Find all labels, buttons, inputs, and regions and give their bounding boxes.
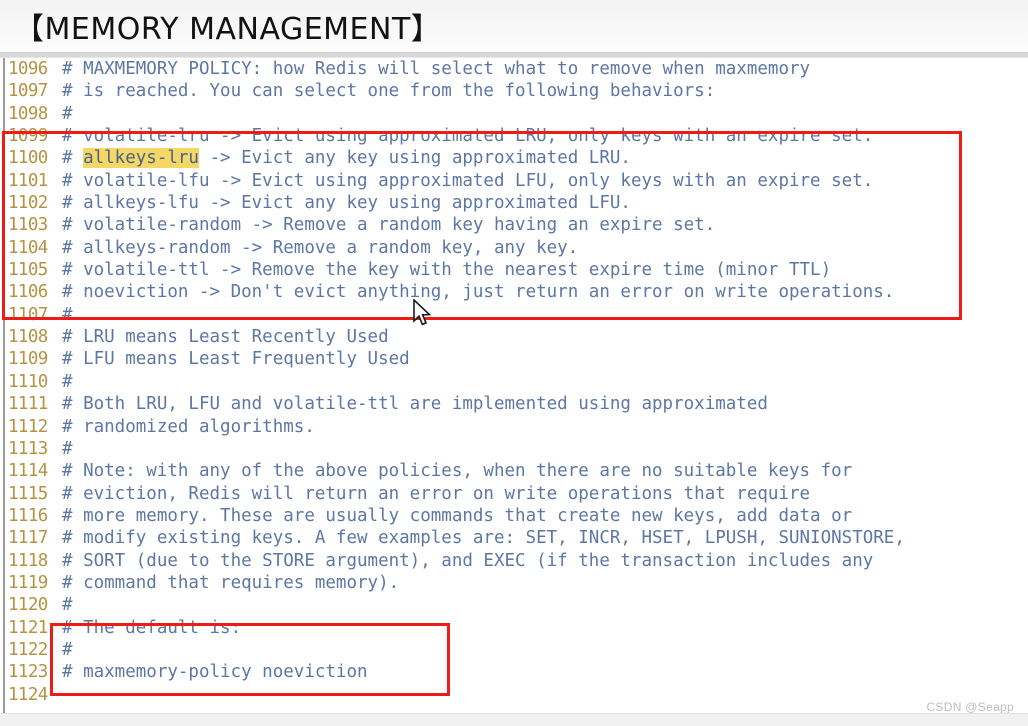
line-number: 1116 <box>8 505 48 526</box>
code-line-text: # command that requires memory). <box>62 572 400 593</box>
line-number: 1122 <box>8 639 48 660</box>
header-banner: 【MEMORY MANAGEMENT】 <box>0 0 1028 52</box>
line-number: 1107 <box>8 304 48 325</box>
code-line[interactable]: 1113 # <box>0 438 1028 460</box>
code-line-text: # <box>62 595 73 616</box>
code-line-text: # <box>62 639 73 660</box>
code-line[interactable]: 1103 # volatile-random -> Remove a random… <box>0 214 1028 236</box>
code-line-text: # volatile-lfu -> Evict using approximat… <box>62 170 874 191</box>
code-line[interactable]: 1118 # SORT (due to the STORE argument), … <box>0 550 1028 572</box>
code-line[interactable]: 1102 # allkeys-lfu -> Evict any key using… <box>0 192 1028 214</box>
line-number: 1102 <box>8 193 48 214</box>
code-line-text: # allkeys-lfu -> Evict any key using app… <box>62 193 631 214</box>
line-number: 1103 <box>8 215 48 236</box>
line-number: 1101 <box>8 170 48 191</box>
line-number: 1099 <box>8 126 48 147</box>
line-number: 1104 <box>8 237 48 258</box>
code-segment-suffix: -> Evict any key using approximated LRU. <box>198 148 631 169</box>
code-line-text: # randomized algorithms. <box>62 416 315 437</box>
code-line-text: # allkeys-lru -> Evict any key using app… <box>62 147 631 169</box>
code-line[interactable]: 1104 # allkeys-random -> Remove a random … <box>0 237 1028 259</box>
line-number: 1124 <box>8 684 48 705</box>
line-number: 1108 <box>8 327 48 348</box>
code-line[interactable]: 1101 # volatile-lfu -> Evict using approx… <box>0 170 1028 192</box>
code-line[interactable]: 1120 # <box>0 594 1028 616</box>
code-segment-prefix: # <box>62 148 84 169</box>
code-line[interactable]: 1114 # Note: with any of the above polici… <box>0 460 1028 482</box>
code-line-list[interactable]: 1096 # MAXMEMORY POLICY: how Redis will s… <box>0 58 1028 706</box>
code-line[interactable]: 1106 # noeviction -> Don't evict anything… <box>0 281 1028 303</box>
code-line-text: # volatile-ttl -> Remove the key with th… <box>62 260 832 281</box>
line-number: 1114 <box>8 461 48 482</box>
code-line-text: # volatile-random -> Remove a random key… <box>62 215 716 236</box>
code-line-text: # Both LRU, LFU and volatile-ttl are imp… <box>62 394 768 415</box>
line-number: 1117 <box>8 528 48 549</box>
code-line[interactable]: 1108 # LRU means Least Recently Used <box>0 326 1028 348</box>
code-line-text: # more memory. These are usually command… <box>62 505 853 526</box>
code-line-text: # noeviction -> Don't evict anything, ju… <box>62 282 895 303</box>
code-line[interactable]: 1121 # The default is: <box>0 617 1028 639</box>
code-line-text: # LRU means Least Recently Used <box>62 327 389 348</box>
code-line[interactable]: 1096 # MAXMEMORY POLICY: how Redis will s… <box>0 58 1028 80</box>
code-line[interactable]: 1124 <box>0 684 1028 706</box>
code-line-text: # eviction, Redis will return an error o… <box>62 483 811 504</box>
line-number: 1096 <box>8 59 48 79</box>
code-line-text: # The default is: <box>62 617 242 638</box>
line-number: 1097 <box>8 81 48 102</box>
code-line[interactable]: 1099 # volatile-lru -> Evict using approx… <box>0 125 1028 147</box>
code-line[interactable]: 1123 # maxmemory-policy noeviction <box>0 661 1028 683</box>
code-editor-pane[interactable]: 1096 # MAXMEMORY POLICY: how Redis will s… <box>0 58 1028 713</box>
line-number: 1105 <box>8 260 48 281</box>
line-number: 1118 <box>8 550 48 571</box>
line-number: 1115 <box>8 483 48 504</box>
line-number: 1110 <box>8 371 48 392</box>
line-number: 1112 <box>8 416 48 437</box>
code-line[interactable]: 1119 # command that requires memory). <box>0 572 1028 594</box>
line-number: 1098 <box>8 103 48 124</box>
highlighted-token: allkeys-lru <box>83 148 199 169</box>
code-line[interactable]: 1116 # more memory. These are usually com… <box>0 505 1028 527</box>
line-number: 1120 <box>8 595 48 616</box>
code-line[interactable]: 1105 # volatile-ttl -> Remove the key wit… <box>0 259 1028 281</box>
watermark-label: CSDN @Seapp <box>926 700 1014 714</box>
code-line-text: # SORT (due to the STORE argument), and … <box>62 550 874 571</box>
code-line[interactable]: 1111 # Both LRU, LFU and volatile-ttl are… <box>0 393 1028 415</box>
code-line[interactable]: 1107 # <box>0 304 1028 326</box>
line-number: 1121 <box>8 617 48 638</box>
bottom-strip <box>0 713 1028 726</box>
code-line[interactable]: 1097 # is reached. You can select one fro… <box>0 80 1028 102</box>
line-number: 1113 <box>8 438 48 459</box>
line-number: 1106 <box>8 282 48 303</box>
code-line[interactable]: 1100 # allkeys-lru -> Evict any key using… <box>0 147 1028 169</box>
code-line[interactable]: 1110 # <box>0 371 1028 393</box>
code-line-text: # <box>62 103 73 124</box>
code-line[interactable]: 1098 # <box>0 103 1028 125</box>
code-line[interactable]: 1117 # modify existing keys. A few exampl… <box>0 527 1028 549</box>
line-number: 1119 <box>8 572 48 593</box>
page-title: 【MEMORY MANAGEMENT】 <box>14 12 442 47</box>
code-line-text: # volatile-lru -> Evict using approximat… <box>62 126 874 147</box>
code-line-text: # maxmemory-policy noeviction <box>62 662 368 683</box>
line-number: 1109 <box>8 349 48 370</box>
code-line[interactable]: 1122 # <box>0 639 1028 661</box>
code-line-text: # <box>62 304 73 325</box>
line-number: 1111 <box>8 394 48 415</box>
code-line[interactable]: 1109 # LFU means Least Frequently Used <box>0 348 1028 370</box>
code-line[interactable]: 1115 # eviction, Redis will return an err… <box>0 483 1028 505</box>
code-line-text: # LFU means Least Frequently Used <box>62 349 410 370</box>
code-line-text: # modify existing keys. A few examples a… <box>62 528 905 549</box>
line-number: 1123 <box>8 662 48 683</box>
code-line[interactable]: 1112 # randomized algorithms. <box>0 416 1028 438</box>
line-number: 1100 <box>8 148 48 169</box>
code-line-text: # <box>62 438 73 459</box>
code-line-text: # MAXMEMORY POLICY: how Redis will selec… <box>62 59 811 79</box>
code-line-text: # allkeys-random -> Remove a random key,… <box>62 237 579 258</box>
code-line-text: # Note: with any of the above policies, … <box>62 461 853 482</box>
code-line-text: # is reached. You can select one from th… <box>62 81 716 102</box>
code-line-text: # <box>62 371 73 392</box>
